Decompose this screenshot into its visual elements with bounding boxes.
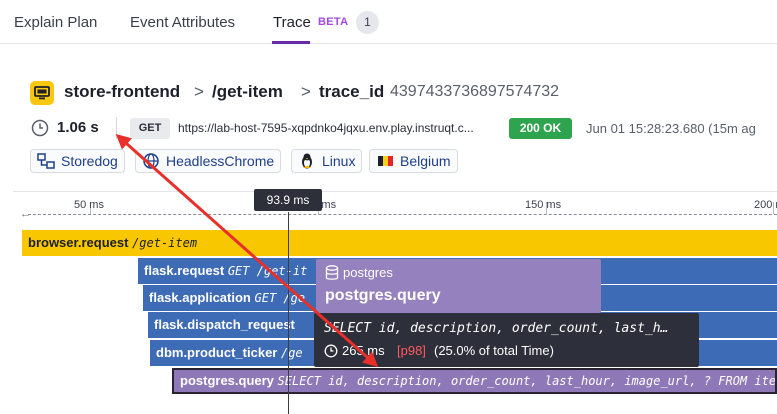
span-name: flask.request: [144, 263, 225, 278]
database-icon: [325, 265, 339, 280]
hover-service: postgres: [343, 265, 393, 280]
span-name: dbm.product_ticker: [156, 345, 278, 360]
time-cursor-line: [288, 212, 289, 414]
tab-explain-plan[interactable]: Explain Plan: [14, 14, 97, 31]
trace-id-value[interactable]: 4397433736897574732: [390, 83, 559, 101]
span-name: flask.dispatch_request: [154, 317, 295, 332]
span-resource: GET /ge: [254, 291, 306, 305]
belgium-flag-icon: [378, 156, 393, 166]
service-icon: [30, 81, 54, 105]
active-tab-indicator: [272, 41, 310, 44]
span-resource: /ge: [280, 346, 303, 360]
span-name: postgres.query: [180, 373, 274, 388]
span-resource: SELECT id, description, order_count, las…: [277, 374, 777, 388]
span-hover-card: postgres postgres.query: [316, 259, 601, 313]
tab-bar: Explain Plan Event Attributes Trace BETA…: [0, 0, 777, 44]
trace-id-label: trace_id: [319, 82, 385, 101]
clock-icon: [324, 344, 338, 358]
tag-chip-belgium[interactable]: Belgium: [369, 149, 458, 173]
span-name: flask.application: [149, 290, 251, 305]
tooltip-percentile: [p98]: [397, 343, 426, 358]
tag-chip-linux[interactable]: Linux: [291, 149, 363, 173]
axis-tick-label: 200 ms: [754, 199, 777, 211]
request-url[interactable]: https://lab-host-7595-xqpdnko4jqxu.env.p…: [178, 121, 474, 135]
time-axis: [28, 214, 777, 215]
http-method-badge: GET: [130, 118, 170, 139]
span-postgres-query[interactable]: postgres.query SELECT id, description, o…: [172, 368, 777, 394]
span-browser-request[interactable]: browser.request /get-item: [22, 230, 777, 256]
section-divider: [13, 191, 777, 192]
clock-icon: [31, 119, 49, 137]
tab-event-attributes[interactable]: Event Attributes: [130, 14, 235, 31]
tag-chip-headlesschrome[interactable]: HeadlessChrome: [135, 149, 282, 173]
service-map-icon: [37, 153, 55, 169]
divider: [116, 117, 117, 139]
tab-trace[interactable]: Trace: [273, 14, 311, 31]
span-name: browser.request: [28, 235, 129, 250]
tag-label: Storedog: [61, 153, 118, 169]
axis-tick-label: 50 ms: [74, 199, 104, 211]
breadcrumb-separator: >: [301, 82, 311, 101]
hover-operation: postgres.query: [325, 287, 441, 304]
tag-label: HeadlessChrome: [166, 153, 275, 169]
breadcrumb-separator: >: [194, 82, 204, 101]
beta-badge: BETA: [318, 16, 349, 28]
globe-icon: [143, 153, 159, 169]
trace-duration: 1.06 s: [57, 119, 99, 136]
status-badge: 200 OK: [509, 118, 572, 139]
linux-icon: [302, 153, 312, 169]
span-tooltip: SELECT id, description, order_count, las…: [314, 313, 699, 367]
span-resource: /get-item: [132, 236, 198, 250]
axis-left-arrow-icon: ←: [20, 208, 31, 220]
axis-tick-label: 150 ms: [525, 199, 562, 211]
time-cursor-label: 93.9 ms: [254, 189, 322, 211]
tooltip-query: SELECT id, description, order_count, las…: [324, 321, 669, 336]
tooltip-duration: 265 ms: [342, 343, 385, 358]
monitor-icon: [34, 86, 50, 100]
tooltip-time-share: (25.0% of total Time): [434, 343, 554, 358]
tag-label: Linux: [322, 153, 356, 169]
tag-label: Belgium: [400, 153, 451, 169]
tab-count-badge: 1: [356, 11, 379, 34]
resource-name[interactable]: /get-item: [212, 82, 283, 102]
span-resource: GET /get-it: [227, 264, 308, 278]
service-name[interactable]: store-frontend: [64, 82, 180, 102]
timestamp: Jun 01 15:28:23.680 (15m ag: [586, 121, 756, 136]
tag-chip-storedog[interactable]: Storedog: [30, 149, 125, 173]
